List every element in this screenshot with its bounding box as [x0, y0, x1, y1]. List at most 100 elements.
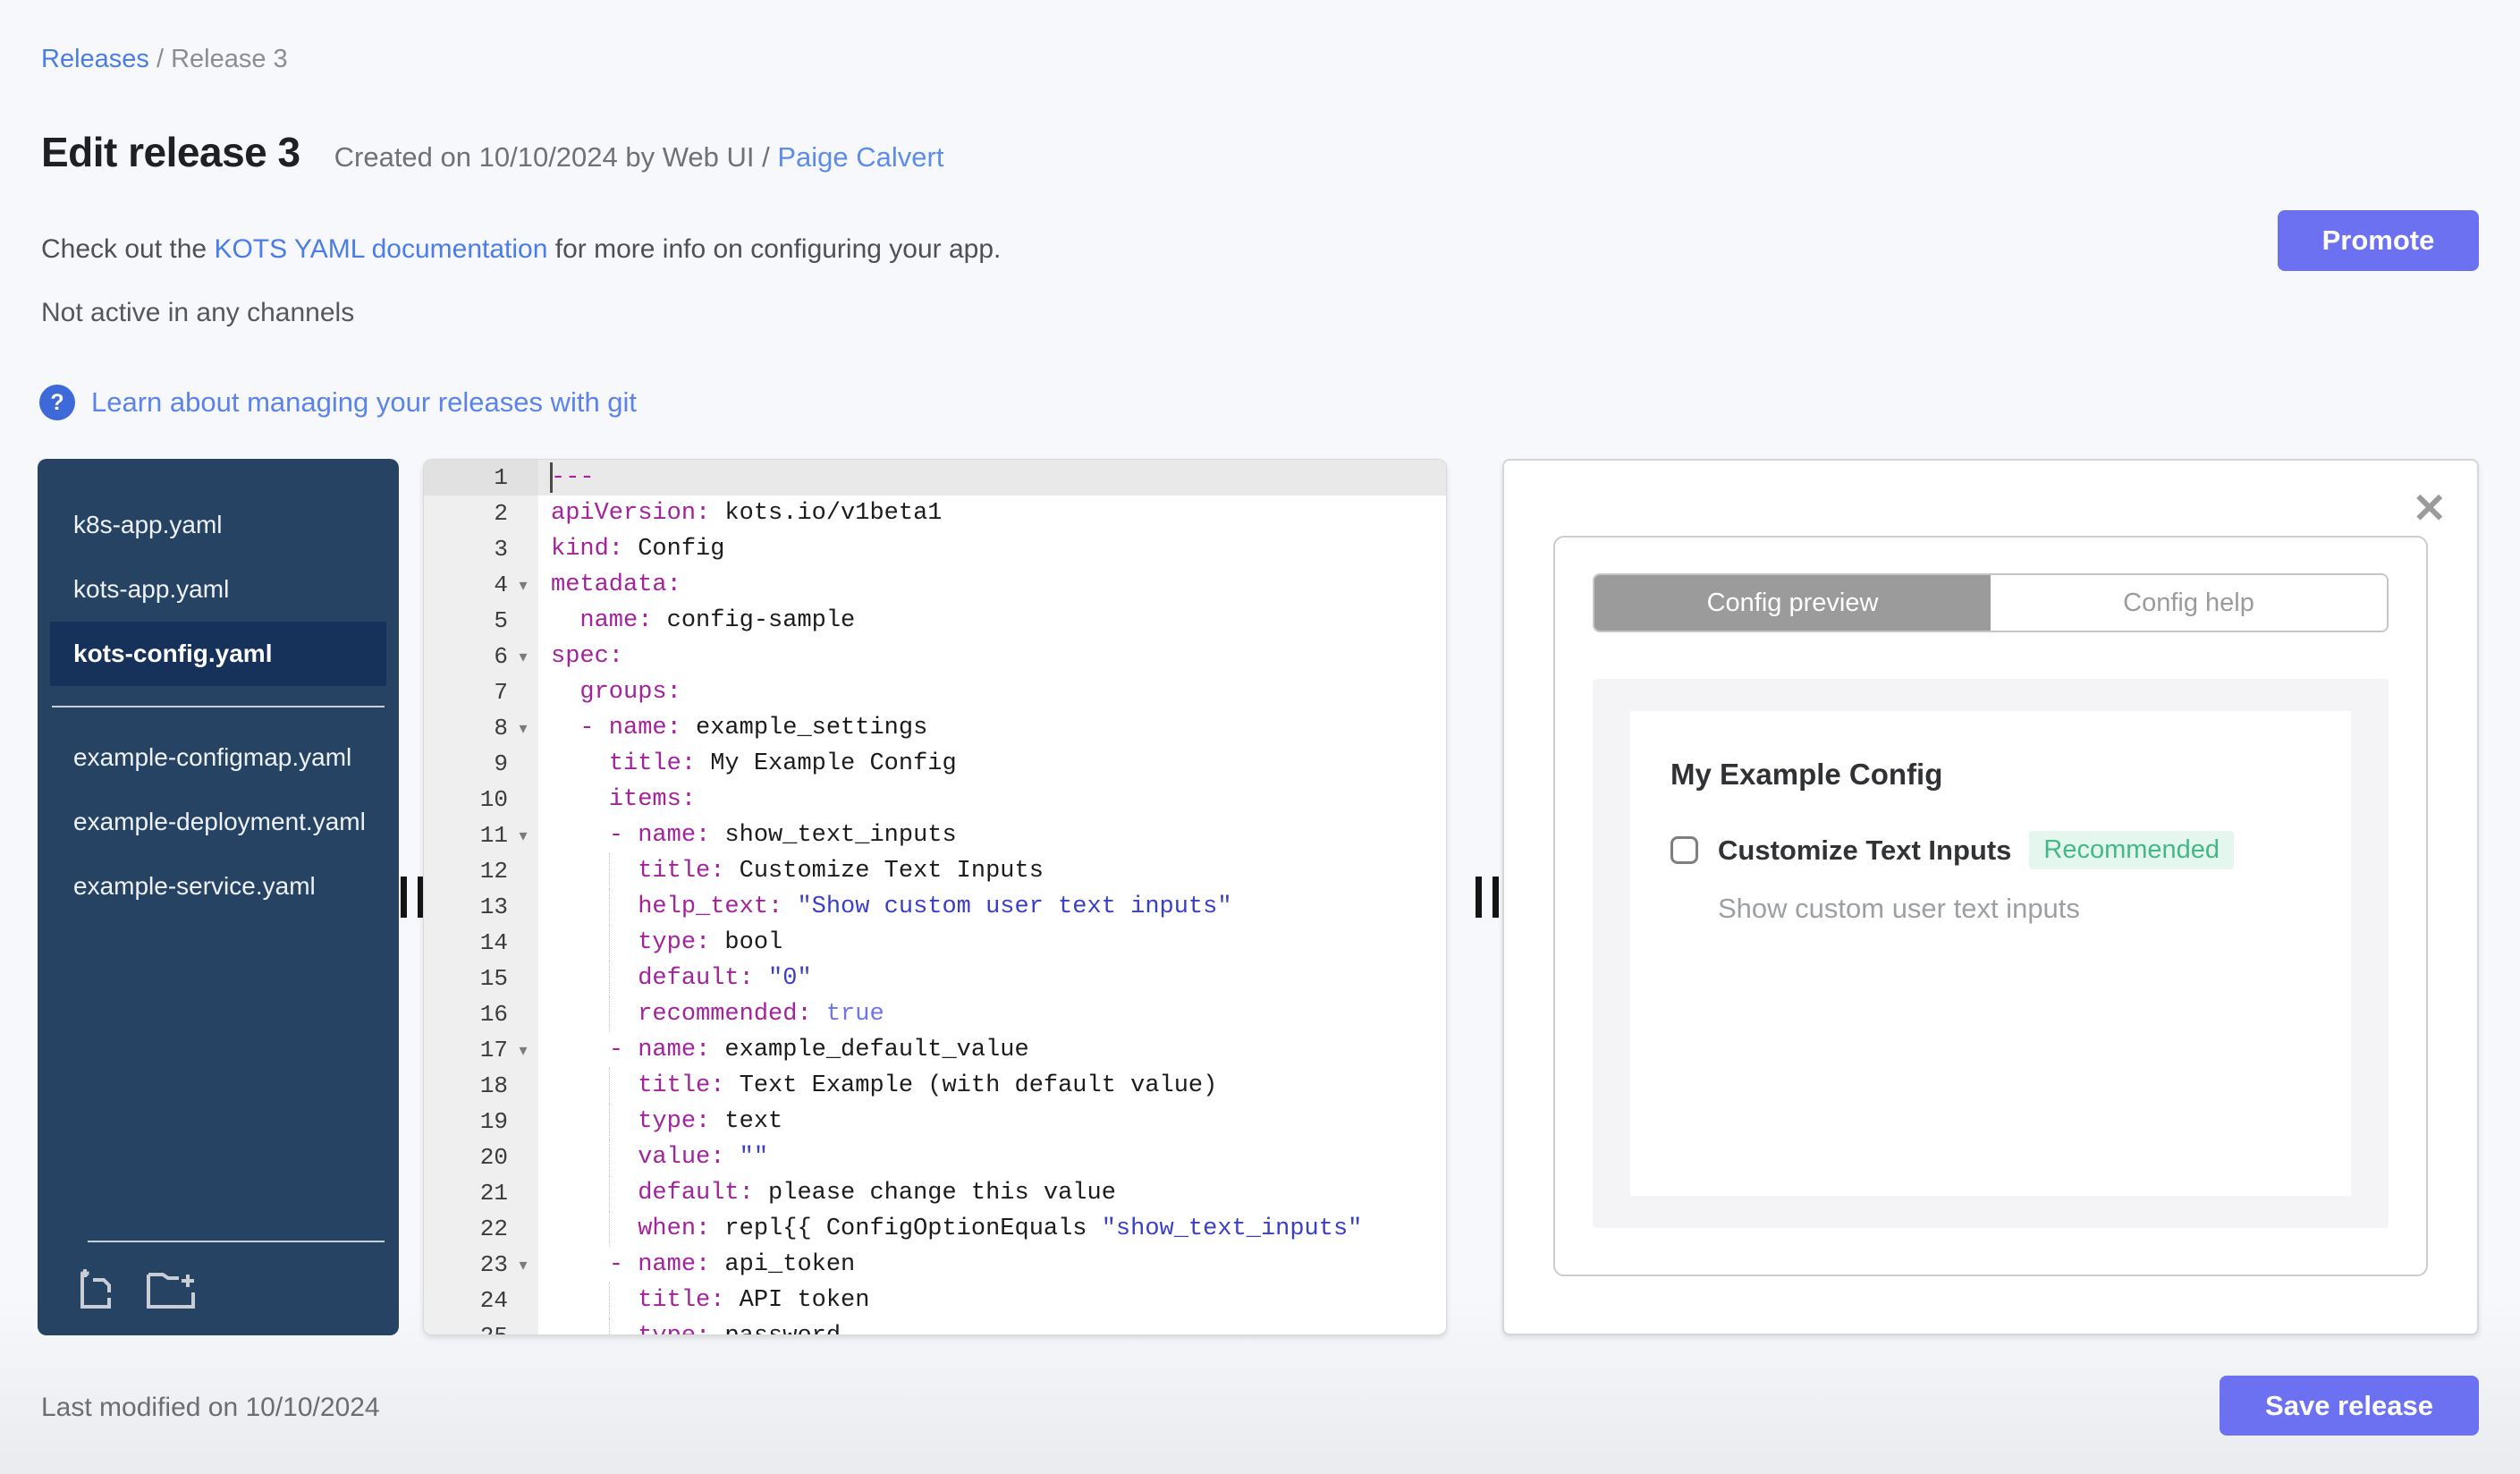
sidebar-divider	[52, 706, 385, 707]
fold-arrow-icon[interactable]: ▾	[508, 639, 538, 674]
gutter-cell: 25	[424, 1318, 538, 1334]
docs-hint-prefix: Check out the	[41, 234, 215, 264]
gutter-cell: 11 ▾	[424, 817, 538, 853]
author-link[interactable]: Paige Calvert	[777, 141, 943, 173]
kots-yaml-docs-link[interactable]: KOTS YAML documentation	[214, 234, 547, 264]
code-line-content: help_text: "Show custom user text inputs…	[538, 889, 1446, 925]
code-line-content: apiVersion: kots.io/v1beta1	[551, 500, 943, 527]
code-line-content: default: please change this value	[538, 1175, 1446, 1211]
code-line-content: type: bool	[538, 925, 1446, 961]
help-question-icon: ?	[39, 385, 75, 420]
page-title: Edit release 3	[41, 129, 300, 175]
gutter-cell: 21	[424, 1175, 538, 1211]
gutter-cell: 3	[424, 531, 538, 567]
customize-text-inputs-checkbox[interactable]	[1670, 836, 1698, 864]
file-item-example-deployment.yaml[interactable]: example-deployment.yaml	[38, 790, 399, 854]
breadcrumb: Releases / Release 3	[41, 45, 288, 74]
code-line-content: title: Customize Text Inputs	[538, 853, 1446, 889]
code-line-content: items:	[608, 786, 697, 813]
sidebar-footer	[38, 1219, 399, 1335]
title-row: Edit release 3 Created on 10/10/2024 by …	[41, 128, 943, 176]
gutter-cell: 24	[424, 1283, 538, 1318]
code-line-17: 17 ▾ - name: example_default_value	[424, 1032, 1446, 1068]
created-text: Created on 10/10/2024 by Web UI /	[334, 141, 778, 173]
code-line-content: when: repl{{ ConfigOptionEquals "show_te…	[538, 1211, 1446, 1247]
gutter-cell: 1	[424, 460, 538, 496]
fold-arrow-icon[interactable]: ▾	[508, 1247, 538, 1283]
code-line-10: 10 items:	[424, 782, 1446, 817]
code-line-23: 23 ▾ - name: api_token	[424, 1247, 1446, 1283]
code-line-18: 18 title: Text Example (with default val…	[424, 1068, 1446, 1104]
fold-arrow-icon[interactable]: ▾	[508, 817, 538, 853]
tab-config-preview[interactable]: Config preview	[1594, 575, 1991, 631]
code-line-content: title: Text Example (with default value)	[538, 1068, 1446, 1104]
text-cursor	[550, 462, 553, 493]
code-line-1: 1 ---	[424, 460, 1446, 496]
docs-hint: Check out the KOTS YAML documentation fo…	[41, 234, 1001, 265]
git-releases-link[interactable]: ? Learn about managing your releases wit…	[39, 385, 637, 420]
gutter-cell: 13	[424, 889, 538, 925]
code-line-content: groups:	[579, 679, 681, 706]
recommended-badge: Recommended	[2029, 831, 2235, 869]
code-line-content: - name: show_text_inputs	[608, 822, 957, 849]
code-line-19: 19 type: text	[424, 1104, 1446, 1139]
code-line-16: 16 recommended: true	[424, 996, 1446, 1032]
config-tabs: Config preview Config help	[1593, 573, 2389, 632]
code-line-8: 8 ▾ - name: example_settings	[424, 710, 1446, 746]
file-item-example-service.yaml[interactable]: example-service.yaml	[38, 854, 399, 919]
gutter-cell: 15	[424, 961, 538, 996]
file-item-kots-app.yaml[interactable]: kots-app.yaml	[38, 557, 399, 622]
gutter-cell: 20	[424, 1139, 538, 1175]
gutter-cell: 5	[424, 603, 538, 639]
page: Releases / Release 3 Edit release 3 Crea…	[0, 0, 2520, 1474]
config-group-title: My Example Config	[1670, 758, 1943, 791]
file-item-example-configmap.yaml[interactable]: example-configmap.yaml	[38, 725, 399, 790]
code-line-content: default: "0"	[538, 961, 1446, 996]
save-release-button[interactable]: Save release	[2220, 1376, 2479, 1436]
code-line-3: 3 kind: Config	[424, 531, 1446, 567]
gutter-cell: 22	[424, 1211, 538, 1247]
gutter-cell: 4 ▾	[424, 567, 538, 603]
config-preview-panel: ✕ Config preview Config help My Example C…	[1502, 459, 2479, 1335]
code-line-content: name: config-sample	[579, 607, 856, 634]
docs-hint-suffix: for more info on configuring your app.	[547, 234, 1002, 264]
file-sidebar: k8s-app.yaml kots-app.yaml kots-config.yam…	[38, 459, 399, 1335]
yaml-code-editor[interactable]: 1 --- 2 apiVersion: kots.io/v1beta1 3 kind: C…	[423, 459, 1447, 1335]
code-line-content: spec:	[551, 643, 624, 670]
promote-button[interactable]: Promote	[2278, 210, 2479, 271]
add-folder-icon[interactable]	[145, 1266, 197, 1310]
code-line-content: kind: Config	[551, 536, 725, 563]
sidebar-resize-handle[interactable]	[401, 877, 426, 918]
file-list-top: k8s-app.yaml kots-app.yaml kots-config.yam…	[38, 493, 399, 686]
config-option-row: Customize Text Inputs Recommended	[1670, 831, 2311, 869]
code-line-content: recommended: true	[538, 996, 1446, 1032]
code-line-14: 14 type: bool	[424, 925, 1446, 961]
gutter-cell: 16	[424, 996, 538, 1032]
close-icon[interactable]: ✕	[2412, 487, 2447, 529]
gutter-cell: 23 ▾	[424, 1247, 538, 1283]
code-line-content: - name: api_token	[608, 1251, 856, 1278]
code-line-content: title: My Example Config	[608, 750, 957, 777]
checkbox-help-text: Show custom user text inputs	[1718, 893, 2080, 924]
fold-arrow-icon[interactable]: ▾	[508, 567, 538, 603]
code-line-6: 6 ▾ spec:	[424, 639, 1446, 674]
file-item-kots-config.yaml[interactable]: kots-config.yaml	[50, 622, 386, 686]
preview-resize-handle[interactable]	[1476, 877, 1501, 918]
checkbox-label: Customize Text Inputs	[1718, 834, 2012, 866]
code-line-5: 5 name: config-sample	[424, 603, 1446, 639]
gutter-cell: 2	[424, 496, 538, 531]
tab-config-help[interactable]: Config help	[1991, 575, 2387, 631]
code-line-content: metadata:	[551, 572, 681, 598]
file-item-k8s-app.yaml[interactable]: k8s-app.yaml	[38, 493, 399, 557]
breadcrumb-releases-link[interactable]: Releases	[41, 45, 149, 73]
gutter-cell: 14	[424, 925, 538, 961]
fold-arrow-icon[interactable]: ▾	[508, 1032, 538, 1068]
fold-arrow-icon[interactable]: ▾	[508, 710, 538, 746]
gutter-cell: 8 ▾	[424, 710, 538, 746]
release-editor: k8s-app.yaml kots-app.yaml kots-config.yam…	[38, 459, 2479, 1335]
gutter-cell: 17 ▾	[424, 1032, 538, 1068]
code-line-content: value: ""	[538, 1139, 1446, 1175]
code-line-11: 11 ▾ - name: show_text_inputs	[424, 817, 1446, 853]
code-line-22: 22 when: repl{{ ConfigOptionEquals "show…	[424, 1211, 1446, 1247]
add-file-icon[interactable]	[73, 1266, 118, 1310]
